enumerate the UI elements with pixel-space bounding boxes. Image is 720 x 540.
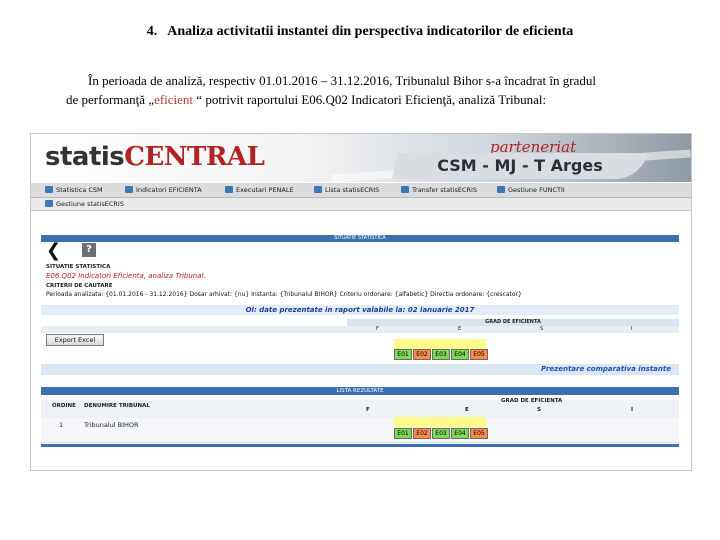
criterii-label: CRITERII DE CAUTARE xyxy=(46,283,113,289)
situatie-header: SITUATIE STATISTICA xyxy=(41,235,679,242)
level-e03: E03 xyxy=(432,349,450,360)
level-e04-result: E04 xyxy=(451,428,469,439)
grad-columns: F E S I xyxy=(41,326,679,333)
partner-text: CSM - MJ - T Arges xyxy=(437,156,603,175)
menu-statistica-csm[interactable]: Statistica CSM xyxy=(45,183,103,197)
level-e02: E02 xyxy=(413,349,431,360)
date-note-bar: Ol: date prezentate in raport valabile l… xyxy=(41,305,679,315)
stats-icon xyxy=(125,186,133,193)
col-denumire: DENUMIRE TRIBUNAL xyxy=(84,403,150,409)
section-number: 4. xyxy=(146,24,158,39)
app-banner: statisCENTRAL parteneriat CSM - MJ - T A… xyxy=(31,134,691,183)
transfer-icon xyxy=(401,186,409,193)
bottom-bar xyxy=(41,444,679,447)
level-e01-result: E01 xyxy=(394,428,412,439)
stats-icon xyxy=(225,186,233,193)
menu-gestiune-statisecris[interactable]: Gestiune statisECRIS xyxy=(45,198,124,210)
table-row[interactable]: 1 Tribunalul BIHOR xyxy=(41,418,679,443)
criterii-line: Perioada analizata: {01.01.2016 - 31.12.… xyxy=(46,291,522,298)
main-menu: Statistica CSM Indicatori EFICIENTA Exec… xyxy=(31,183,691,198)
row-denumire: Tribunalul BIHOR xyxy=(84,421,139,429)
intro-paragraph: În perioada de analiză, respectiv 01.01.… xyxy=(66,71,666,109)
level-e01: E01 xyxy=(394,349,412,360)
grad-header: GRAD DE EFICIENTA xyxy=(347,319,679,326)
level-e05: E05 xyxy=(470,349,488,360)
lista-header: LISTA REZULTATE xyxy=(41,387,679,395)
situatie-label: SITUATIE STATISTICA xyxy=(46,264,111,270)
level-e05-result: E05 xyxy=(470,428,488,439)
menu-indicatori-eficienta[interactable]: Indicatori EFICIENTA xyxy=(125,183,202,197)
menu-lista-statisecris[interactable]: Lista statisECRIS xyxy=(314,183,379,197)
statiscentral-logo: statisCENTRAL xyxy=(45,142,265,172)
paragraph-line-2-start: de performanţă „ xyxy=(66,92,155,107)
section-title: Analiza activitatii instantei din perspe… xyxy=(167,24,574,39)
situatie-value: E06.Q02 Indicatori Eficienta, analiza Tr… xyxy=(46,272,206,280)
col-grad: GRAD DE EFICIENTA xyxy=(501,398,563,404)
section-heading: 4. Analiza activitatii instantei din pers… xyxy=(0,24,720,40)
menu-executari-penale[interactable]: Executari PENALE xyxy=(225,183,294,197)
highlight-eficient: eficient xyxy=(154,92,194,107)
help-icon[interactable]: ? xyxy=(82,243,96,257)
col-ordine: ORDINE xyxy=(52,403,76,409)
paragraph-line-2-end: “ potrivit raportului E06.Q02 Indicatori… xyxy=(193,92,547,107)
compare-instante-link[interactable]: Prezentare comparativa instante xyxy=(541,364,671,375)
embedded-screenshot: statisCENTRAL parteneriat CSM - MJ - T A… xyxy=(31,134,691,470)
efficiency-bar-result xyxy=(394,417,486,427)
compare-bar: Prezentare comparativa instante xyxy=(41,364,679,375)
level-e02-result: E02 xyxy=(413,428,431,439)
back-arrow-icon[interactable]: ❮ xyxy=(46,242,61,260)
efficiency-bar xyxy=(394,339,486,349)
secondary-menu: Gestiune statisECRIS xyxy=(31,198,691,211)
list-icon xyxy=(314,186,322,193)
paragraph-line-1: În perioada de analiză, respectiv 01.01.… xyxy=(88,73,596,88)
level-e03-result: E03 xyxy=(432,428,450,439)
partner-badge: CSM - MJ - T Arges xyxy=(392,153,648,179)
results-header: ORDINE DENUMIRE TRIBUNAL GRAD DE EFICIEN… xyxy=(41,398,679,418)
export-excel-button[interactable]: Export Excel xyxy=(46,334,104,346)
level-e04: E04 xyxy=(451,349,469,360)
gear-icon xyxy=(45,200,53,207)
menu-transfer-statisecris[interactable]: Transfer statisECRIS xyxy=(401,183,477,197)
row-ordine: 1 xyxy=(59,421,64,429)
menu-gestiune-functii[interactable]: Gestiune FUNCTII xyxy=(497,183,565,197)
stats-icon xyxy=(45,186,53,193)
paragraph-line-2: de performanţă „eficient “ potrivit rapo… xyxy=(66,90,666,109)
gear-icon xyxy=(497,186,505,193)
date-note: Ol: date prezentate in raport valabile l… xyxy=(245,306,475,314)
